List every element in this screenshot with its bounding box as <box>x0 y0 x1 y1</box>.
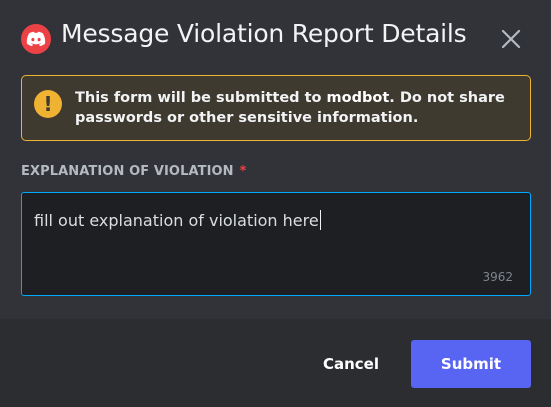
explanation-textarea[interactable]: fill out explanation of violation here 3… <box>21 192 531 296</box>
violation-report-modal: Message Violation Report Details ! This … <box>0 0 551 407</box>
warning-notice: ! This form will be submitted to modbot.… <box>21 75 531 141</box>
char-count: 3962 <box>482 270 513 284</box>
modal-header: Message Violation Report Details <box>0 0 551 70</box>
notice-bot-name: modbot <box>326 90 390 106</box>
discord-logo-icon <box>21 24 51 54</box>
notice-text: This form will be submitted to modbot. D… <box>75 88 515 128</box>
required-marker: * <box>239 164 247 179</box>
cancel-button[interactable]: Cancel <box>312 341 390 387</box>
warning-icon: ! <box>34 90 62 118</box>
textarea-value: fill out explanation of violation here <box>34 210 321 230</box>
notice-text-before: This form will be submitted to <box>75 90 327 106</box>
modal-footer: Cancel Submit <box>0 319 551 407</box>
textarea-text: fill out explanation of violation here <box>34 211 319 230</box>
modal-title: Message Violation Report Details <box>61 19 467 48</box>
field-label: EXPLANATION OF VIOLATION * <box>21 164 247 179</box>
close-icon[interactable] <box>497 25 525 53</box>
submit-button[interactable]: Submit <box>411 340 531 388</box>
text-caret <box>319 210 321 230</box>
field-label-text: EXPLANATION OF VIOLATION <box>21 164 234 179</box>
